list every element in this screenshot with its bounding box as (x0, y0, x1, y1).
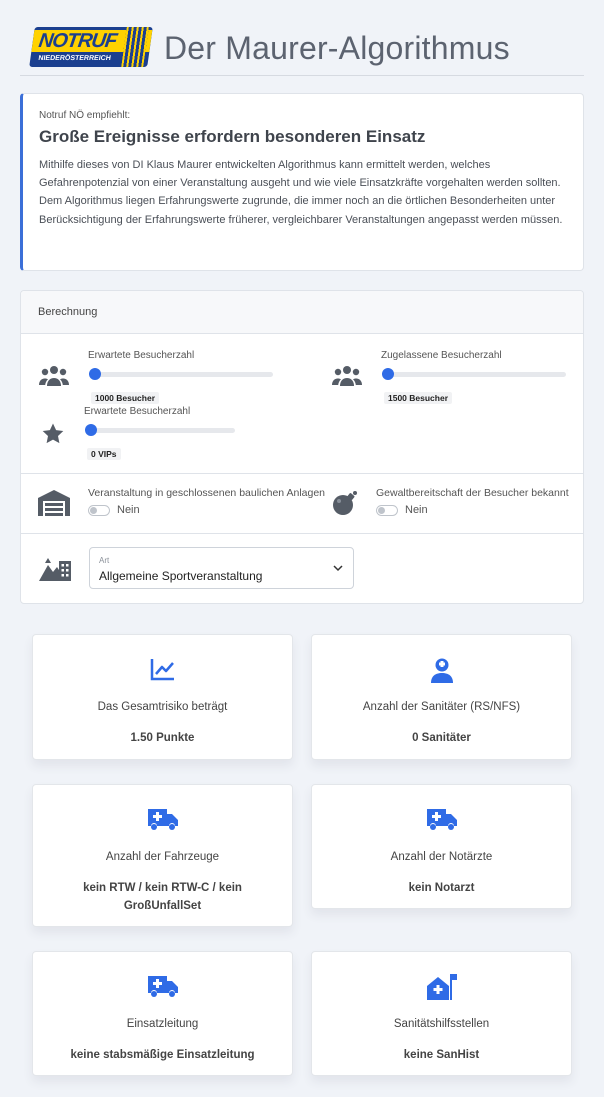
intro-body: Mithilfe dieses von DI Klaus Maurer entw… (39, 159, 563, 226)
toggle-label-violence: Gewaltbereitschaft der Besucher bekannt (376, 487, 569, 499)
event-type-select[interactable]: Art Allgemeine Sportveranstaltung (89, 547, 354, 589)
result-label: Einsatzleitung (126, 1018, 199, 1030)
warehouse-icon (38, 490, 70, 521)
ambulance-icon (33, 807, 292, 833)
people-group-icon (39, 365, 69, 392)
notruf-logo[interactable]: NOTRUF NIEDERÖSTERREICH (29, 27, 153, 67)
result-value: keine SanHist (403, 1049, 480, 1061)
calculation-card: Berechnung Erwartete Besucherzahl 1000 B… (20, 290, 584, 604)
slider-value-expected-visitors: 1000 Besucher (91, 392, 160, 404)
toggle-value-violence: Nein (405, 504, 428, 516)
result-value: keine stabsmäßige Einsatzleitung (70, 1049, 255, 1061)
result-value: 0 Sanitäter (412, 732, 471, 744)
expected-vips-slider[interactable] (85, 424, 235, 436)
expected-visitors-slider[interactable] (89, 368, 273, 380)
result-label: Anzahl der Sanitäter (RS/NFS) (362, 701, 521, 713)
page: NOTRUF NIEDERÖSTERREICH Der Maurer-Algor… (20, 0, 584, 1097)
star-icon (40, 422, 66, 451)
medic-icon (312, 657, 571, 683)
result-value: 1.50 Punkte (130, 732, 195, 744)
slider-value-allowed-visitors: 1500 Besucher (384, 392, 453, 404)
page-header: NOTRUF NIEDERÖSTERREICH Der Maurer-Algor… (20, 22, 584, 76)
city-mountain-icon (39, 555, 71, 586)
people-group-icon (332, 365, 362, 392)
toggle-value-closed-venue: Nein (117, 504, 140, 516)
select-value: Allgemeine Sportveranstaltung (99, 569, 263, 583)
select-label: Art (99, 556, 110, 565)
result-label: Anzahl der Fahrzeuge (105, 851, 220, 863)
result-card-vehicles: Anzahl der Fahrzeuge kein RTW / kein RTW… (32, 784, 293, 927)
result-label: Sanitätshilfsstellen (393, 1018, 490, 1030)
calculation-title: Berechnung (38, 306, 98, 318)
slider-label-expected-visitors: Erwartete Besucherzahl (88, 350, 195, 361)
ambulance-icon (33, 974, 292, 1000)
result-label: Das Gesamtrisiko beträgt (97, 701, 228, 713)
intro-card: Notruf NÖ empfiehlt: Große Ereignisse er… (20, 93, 584, 271)
page-title: Der Maurer-Algorithmus (164, 30, 510, 66)
divider (21, 533, 583, 534)
toggle-label-closed-venue: Veranstaltung in geschlossenen baulichen… (88, 487, 326, 499)
result-card-command: Einsatzleitung keine stabsmäßige Einsatz… (32, 951, 293, 1076)
result-card-emergency-doctors: Anzahl der Notärzte kein Notarzt (311, 784, 572, 909)
calculation-header: Berechnung (21, 291, 583, 334)
ambulance-icon (312, 807, 571, 833)
chevron-down-icon (333, 565, 343, 572)
result-value: kein RTW / kein RTW-C / kein GroßUnfallS… (83, 882, 242, 912)
slider-handle[interactable] (85, 424, 97, 436)
chart-line-icon (33, 657, 292, 683)
slider-value-expected-vips: 0 VIPs (87, 448, 121, 460)
intro-pretitle: Notruf NÖ empfiehlt: (39, 110, 131, 121)
slider-handle[interactable] (89, 368, 101, 380)
bomb-icon (332, 490, 358, 521)
slider-handle[interactable] (382, 368, 394, 380)
result-value: kein Notarzt (408, 882, 475, 894)
slider-label-expected-vips: Erwartete Besucherzahl (84, 406, 191, 417)
result-card-aid-stations: Sanitätshilfsstellen keine SanHist (311, 951, 572, 1076)
result-card-medics: Anzahl der Sanitäter (RS/NFS) 0 Sanitäte… (311, 634, 572, 760)
closed-venue-toggle[interactable] (88, 505, 110, 516)
allowed-visitors-slider[interactable] (382, 368, 566, 380)
violence-toggle[interactable] (376, 505, 398, 516)
divider (21, 473, 583, 474)
result-card-total-risk: Das Gesamtrisiko beträgt 1.50 Punkte (32, 634, 293, 760)
result-label: Anzahl der Notärzte (390, 851, 493, 863)
intro-title: Große Ereignisse erfordern besonderen Ei… (39, 127, 426, 146)
house-medical-flag-icon (312, 974, 571, 1000)
slider-label-allowed-visitors: Zugelassene Besucherzahl (381, 350, 502, 361)
